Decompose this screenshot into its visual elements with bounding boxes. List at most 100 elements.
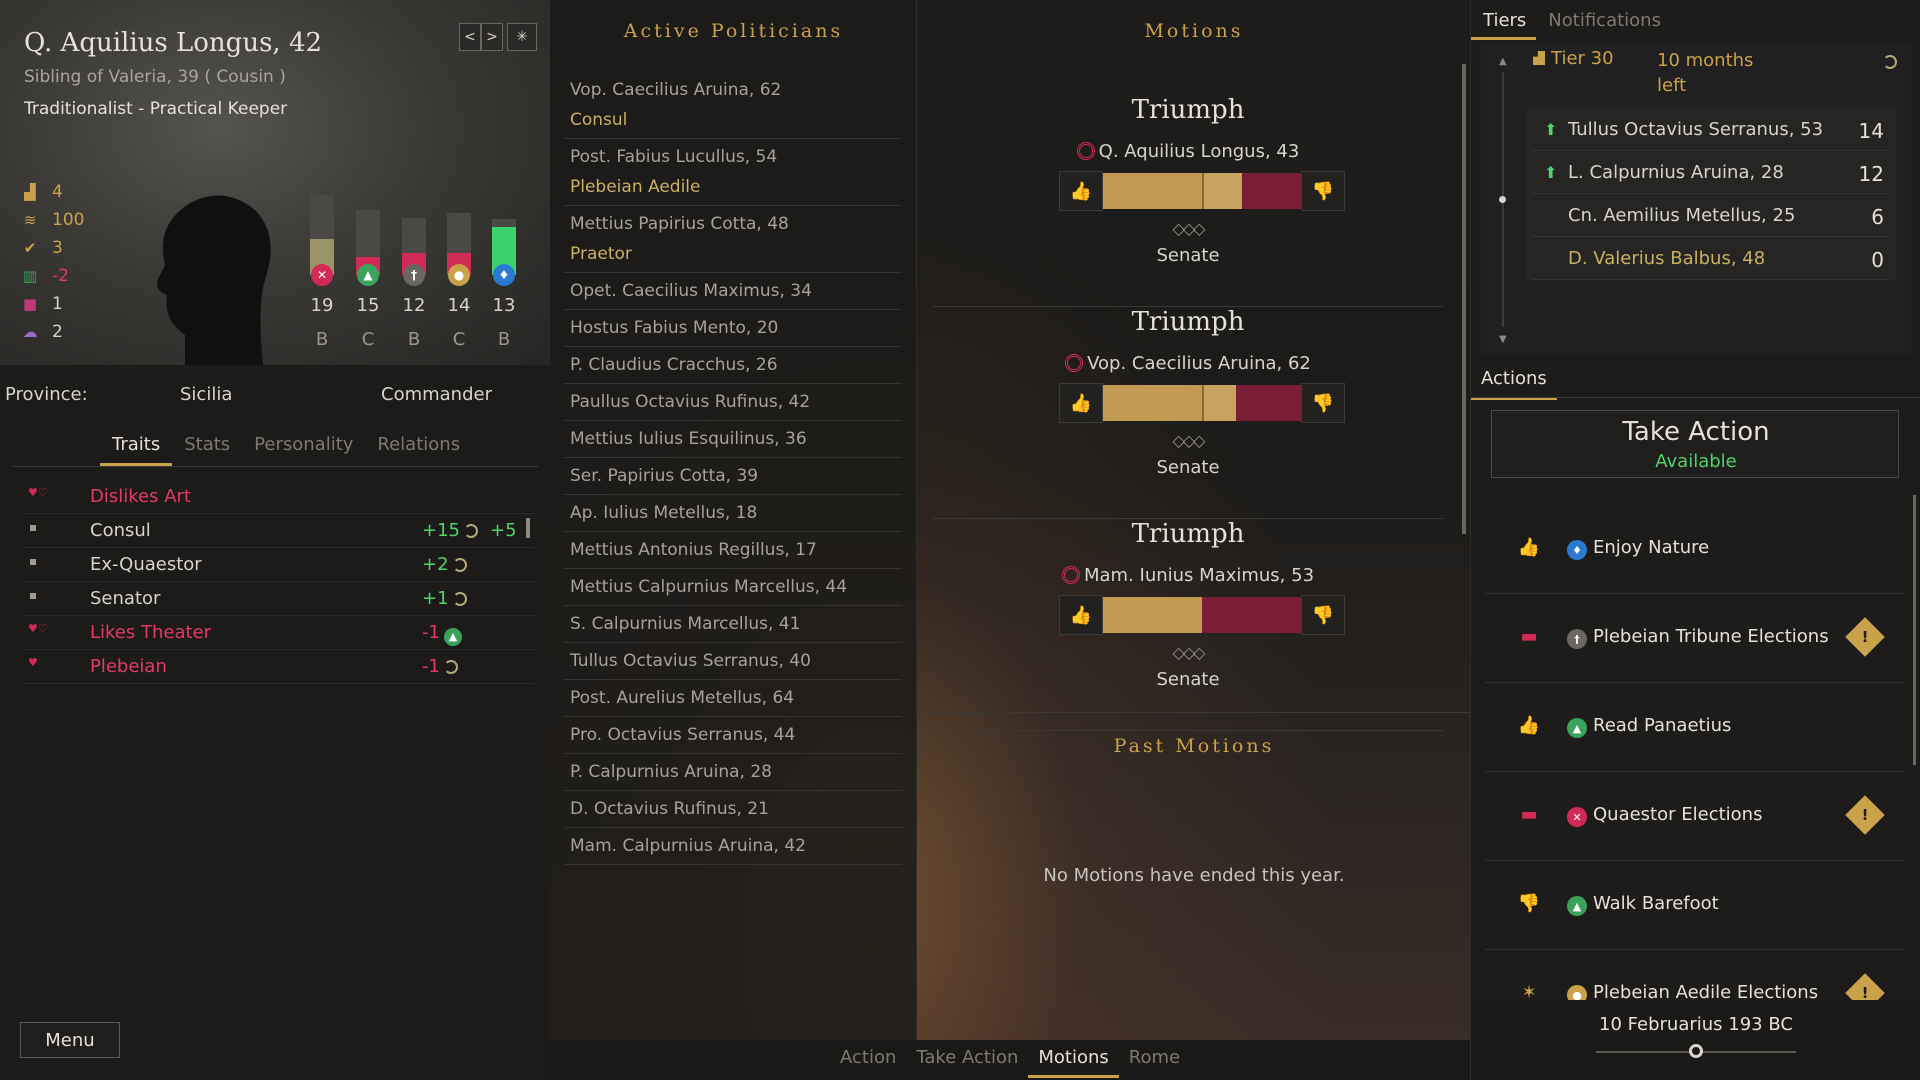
politician-item[interactable]: Vop. Caecilius Aruina, 62 Consul	[564, 72, 902, 139]
skill-bar[interactable]: ♦ 13 B	[487, 180, 517, 360]
tab-stats[interactable]: Stats	[172, 430, 242, 466]
action-item[interactable]: 👍 ♦ Enjoy Nature	[1485, 505, 1905, 594]
politician-item[interactable]: Post. Aurelius Metellus, 64	[564, 680, 902, 717]
previous-character-button[interactable]: <	[459, 23, 481, 51]
skill-bar[interactable]: ▲ 15 C	[351, 180, 381, 360]
tier-row[interactable]: ⬆ Tullus Octavius Serranus, 53 14	[1532, 108, 1890, 151]
trait-row[interactable]: Senator +1	[22, 582, 534, 616]
piety-icon: ♦	[493, 264, 515, 286]
skill-bar[interactable]: ● 14 C	[442, 180, 472, 360]
bottom-nav-items: Action Take Action Motions Rome	[830, 1040, 1190, 1078]
politician-item[interactable]: Mettius Antonius Regillus, 17	[564, 532, 902, 569]
politician-name: P. Calpurnius Aruina, 28	[570, 762, 772, 782]
trait-scrollbar[interactable]	[526, 518, 530, 538]
next-character-button[interactable]: >	[481, 23, 503, 51]
motion-sponsor[interactable]: Q. Aquilius Longus, 43	[933, 141, 1443, 162]
nav-action[interactable]: Action	[830, 1040, 906, 1078]
politician-office: Consul	[570, 110, 628, 130]
action-item[interactable]: ✶ ● Plebeian Aedile Elections!	[1485, 950, 1905, 1000]
tab-traits[interactable]: Traits	[100, 430, 173, 466]
vote-yes-button[interactable]: 👍	[1059, 171, 1103, 211]
tier-row[interactable]: ⬆ L. Calpurnius Aruina, 28 12	[1532, 151, 1890, 194]
trait-row[interactable]: ♥♡ Dislikes Art	[22, 480, 534, 514]
character-name: Q. Aquilius Longus, 42	[24, 28, 323, 58]
target-icon	[1065, 354, 1084, 372]
vote-row: 👍 👎	[1059, 171, 1345, 211]
skill-value: 12	[402, 295, 426, 316]
politician-item[interactable]: Opet. Caecilius Maximus, 34	[564, 273, 902, 310]
trait-row[interactable]: Ex-Quaestor +2	[22, 548, 534, 582]
motion-chamber: Senate	[1156, 669, 1220, 690]
tab-personality[interactable]: Personality	[242, 430, 365, 466]
vote-no-button[interactable]: 👎	[1301, 171, 1345, 211]
politician-name: D. Octavius Rufinus, 21	[570, 799, 769, 819]
right-tabs: Tiers Notifications	[1471, 0, 1671, 40]
skill-grade: B	[497, 329, 511, 350]
favorite-button[interactable]: ✳	[507, 23, 537, 51]
warning-glyph: !	[1861, 984, 1869, 1000]
action-name: Plebeian Aedile Elections	[1593, 982, 1819, 1000]
action-skill-icon: ▲	[1567, 718, 1587, 738]
nav-take-action[interactable]: Take Action	[906, 1040, 1028, 1078]
take-action-button[interactable]: Take Action Available	[1491, 410, 1899, 478]
skill-bar[interactable]: † 12 B	[397, 180, 427, 360]
action-item[interactable]: 👎 ▲ Walk Barefoot	[1485, 861, 1905, 950]
politician-item[interactable]: P. Calpurnius Aruina, 28	[564, 754, 902, 791]
scroll-up-icon[interactable]: ▲	[1499, 56, 1507, 67]
politician-item[interactable]: Mettius Papirius Cotta, 48 Praetor	[564, 206, 902, 273]
tab-tiers[interactable]: Tiers	[1471, 0, 1537, 40]
province-value[interactable]: Sicilia	[180, 384, 232, 405]
scroll-down-icon[interactable]: ▼	[1499, 334, 1507, 345]
politician-item[interactable]: P. Claudius Cracchus, 26	[564, 347, 902, 384]
skill-bar-track	[310, 195, 334, 275]
action-list: 👍 ♦ Enjoy Nature ▬ † Plebeian Tribune Electio…	[1485, 505, 1905, 1000]
motion-sponsor-name: Q. Aquilius Longus, 43	[1098, 141, 1300, 162]
politician-item[interactable]: Ap. Iulius Metellus, 18	[564, 495, 902, 532]
vote-no-button[interactable]: 👎	[1301, 383, 1345, 423]
politician-item[interactable]: Ser. Papirius Cotta, 39	[564, 458, 902, 495]
politician-item[interactable]: Hostus Fabius Mento, 20	[564, 310, 902, 347]
mini-stat: ≋ 100	[20, 206, 85, 234]
trait-row[interactable]: Consul +15 +5	[22, 514, 534, 548]
tier-row[interactable]: D. Valerius Balbus, 48 0	[1532, 237, 1890, 280]
tier-row[interactable]: Cn. Aemilius Metellus, 25 6	[1532, 194, 1890, 237]
trait-modifier-value: +15	[422, 520, 460, 541]
target-icon	[1076, 142, 1095, 160]
heart-icon: ♥	[28, 656, 38, 669]
trait-row[interactable]: ♥♡ Likes Theater -1 ▲	[22, 616, 534, 650]
skill-bar[interactable]: ✕ 19 B	[305, 180, 335, 360]
politician-item[interactable]: Mam. Calpurnius Aruina, 42	[564, 828, 902, 865]
motion-sponsor[interactable]: Vop. Caecilius Aruina, 62	[933, 353, 1443, 374]
mini-stat: ✔ 3	[20, 234, 84, 262]
motions-scrollbar[interactable]	[1462, 64, 1466, 534]
menu-button[interactable]: Menu	[20, 1022, 120, 1058]
action-skill-icon: ●	[1567, 985, 1587, 1000]
vote-yes-button[interactable]: 👍	[1059, 595, 1103, 635]
motion-sponsor[interactable]: Mam. Iunius Maximus, 53	[933, 565, 1443, 586]
trait-row[interactable]: ♥ Plebeian -1	[22, 650, 534, 684]
action-item[interactable]: ▬ † Plebeian Tribune Elections!	[1485, 594, 1905, 683]
tab-relations[interactable]: Relations	[365, 430, 472, 466]
vote-no-button[interactable]: 👎	[1301, 595, 1345, 635]
politician-item[interactable]: Tullus Octavius Serranus, 40	[564, 643, 902, 680]
character-panel: Q. Aquilius Longus, 42 Sibling of Valeri…	[0, 0, 550, 1080]
cycle-icon	[452, 558, 467, 572]
vote-yes-button[interactable]: 👍	[1059, 383, 1103, 423]
actions-scrollbar[interactable]	[1913, 495, 1916, 765]
skill-value: 13	[492, 295, 516, 316]
nav-rome[interactable]: Rome	[1119, 1040, 1190, 1078]
action-item[interactable]: ▬ ✕ Quaestor Elections!	[1485, 772, 1905, 861]
politician-item[interactable]: D. Octavius Rufinus, 21	[564, 791, 902, 828]
politician-item[interactable]: Mettius Iulius Esquilinus, 36	[564, 421, 902, 458]
politician-item[interactable]: Pro. Octavius Serranus, 44	[564, 717, 902, 754]
tab-notifications[interactable]: Notifications	[1536, 0, 1671, 40]
speed-slider-handle[interactable]	[1689, 1044, 1703, 1058]
action-item[interactable]: 👍 ▲ Read Panaetius	[1485, 683, 1905, 772]
politician-item[interactable]: S. Calpurnius Marcellus, 41	[564, 606, 902, 643]
politician-item[interactable]: Post. Fabius Lucullus, 54 Plebeian Aedile	[564, 139, 902, 206]
nav-motions[interactable]: Motions	[1028, 1040, 1119, 1078]
tab-actions[interactable]: Actions	[1471, 364, 1557, 400]
divider	[1471, 397, 1920, 398]
politician-item[interactable]: Mettius Calpurnius Marcellus, 44	[564, 569, 902, 606]
politician-item[interactable]: Paullus Octavius Rufinus, 42	[564, 384, 902, 421]
